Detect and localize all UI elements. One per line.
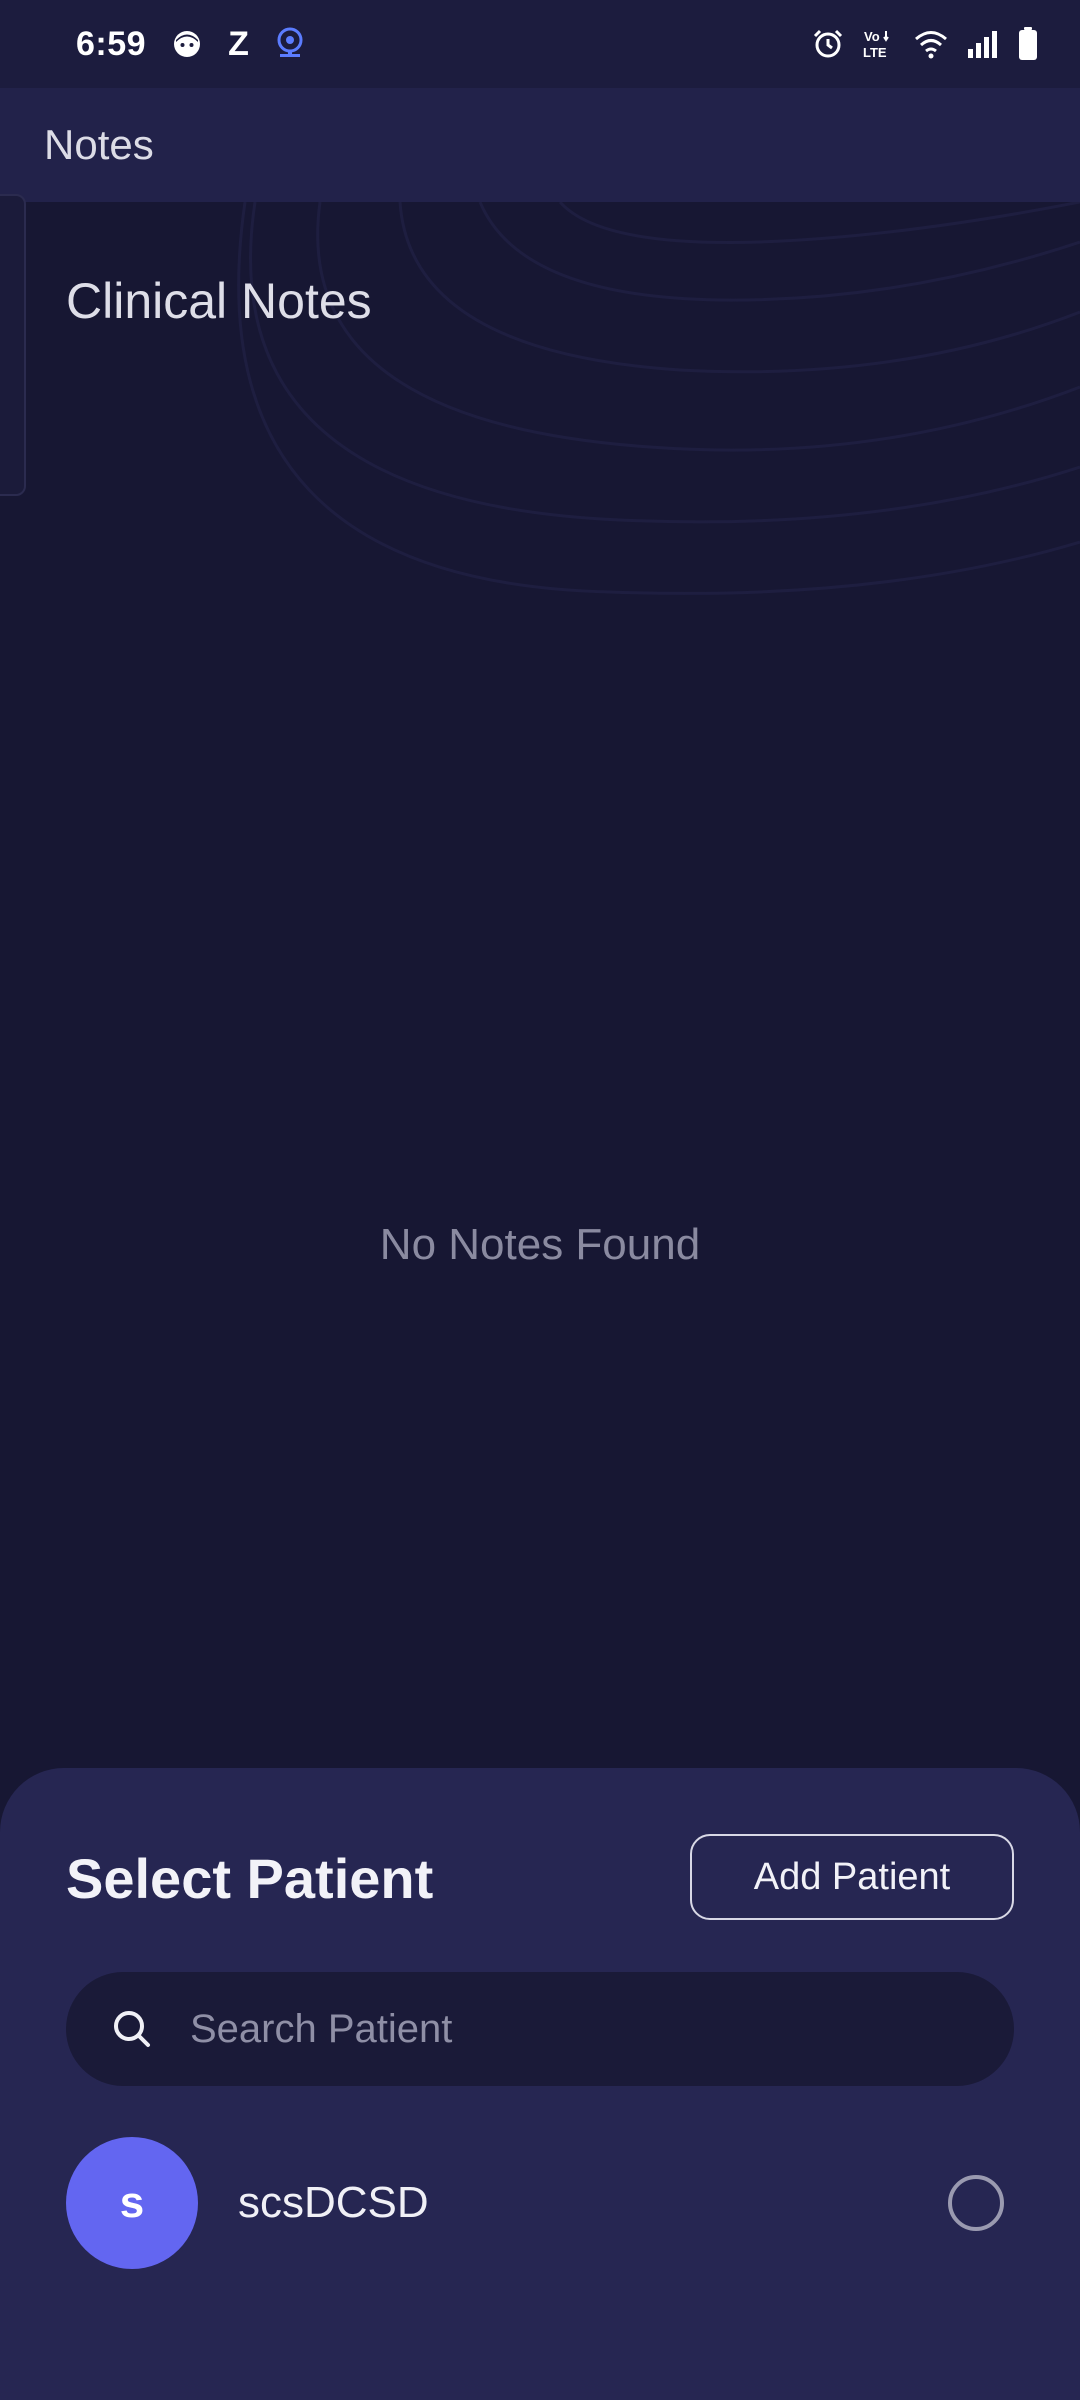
- background-contour-decoration: [237, 202, 1080, 595]
- add-patient-button[interactable]: Add Patient: [690, 1834, 1014, 1920]
- alarm-icon: [812, 28, 844, 60]
- status-bar: 6:59 Z Vo LTE: [0, 0, 1080, 88]
- search-bar[interactable]: [66, 1972, 1014, 2086]
- search-icon: [110, 2007, 154, 2051]
- empty-state-message: No Notes Found: [379, 1220, 701, 1269]
- status-time: 6:59: [76, 24, 147, 63]
- patient-list-item[interactable]: s scsDCSD: [66, 2136, 1014, 2270]
- section-title: Clinical Notes: [66, 273, 372, 329]
- sheet-title: Select Patient: [66, 1847, 434, 1910]
- search-input[interactable]: [190, 1972, 1014, 2086]
- avatar: s: [66, 2137, 198, 2269]
- face-icon: [172, 29, 202, 59]
- app-bar: Notes: [0, 88, 1080, 202]
- patient-select-radio[interactable]: [948, 2175, 1004, 2231]
- volte-bottom-text: LTE: [863, 45, 887, 60]
- side-drawer-handle[interactable]: [0, 194, 26, 496]
- app-bar-title: Notes: [44, 121, 154, 168]
- wifi-icon: [914, 29, 948, 59]
- signal-icon: [966, 29, 1000, 59]
- status-bar-right: Vo LTE: [812, 27, 1038, 61]
- webcam-icon: [275, 27, 305, 61]
- status-bar-left: 6:59 Z: [76, 25, 305, 64]
- z-app-icon: Z: [228, 24, 249, 63]
- battery-icon: [1018, 27, 1038, 61]
- volte-icon: Vo LTE: [862, 27, 896, 61]
- volte-top-text: Vo: [864, 29, 880, 44]
- patient-name: scsDCSD: [238, 2178, 429, 2227]
